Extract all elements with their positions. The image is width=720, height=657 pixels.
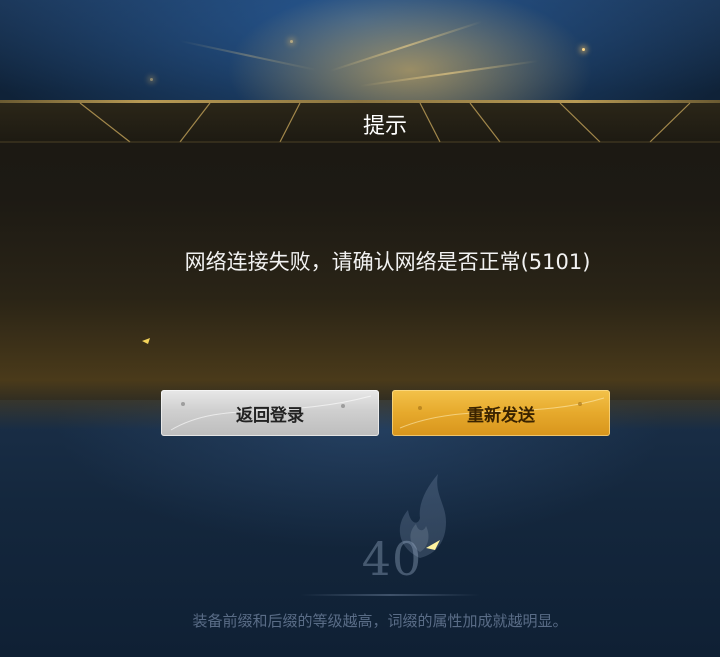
level-divider — [300, 594, 480, 596]
spark-dot — [582, 48, 585, 51]
loading-tip-text: 装备前缀和后缀的等级越高，词缀的属性加成就越明显。 — [192, 612, 568, 630]
dialog-message: 网络连接失败，请确认网络是否正常(5101) — [184, 250, 591, 274]
spark-dot — [150, 78, 153, 81]
sparkle-icon — [426, 540, 440, 550]
sparkle-icon — [142, 338, 150, 344]
back-to-login-label: 返回登录 — [236, 405, 304, 426]
level-number: 40 — [361, 532, 423, 586]
resend-label: 重新发送 — [467, 405, 535, 426]
spark-dot — [290, 40, 293, 43]
light-streak — [179, 40, 318, 72]
light-streak — [359, 59, 539, 87]
game-screen: 40 装备前缀和后缀的等级越高，词缀的属性加成就越明显。 提示 网络连接失败，请… — [0, 0, 720, 657]
back-to-login-button[interactable]: 返回登录 — [161, 390, 379, 436]
dialog-title: 提示 — [362, 114, 407, 139]
resend-button[interactable]: 重新发送 — [392, 390, 610, 436]
light-streak — [329, 20, 483, 72]
